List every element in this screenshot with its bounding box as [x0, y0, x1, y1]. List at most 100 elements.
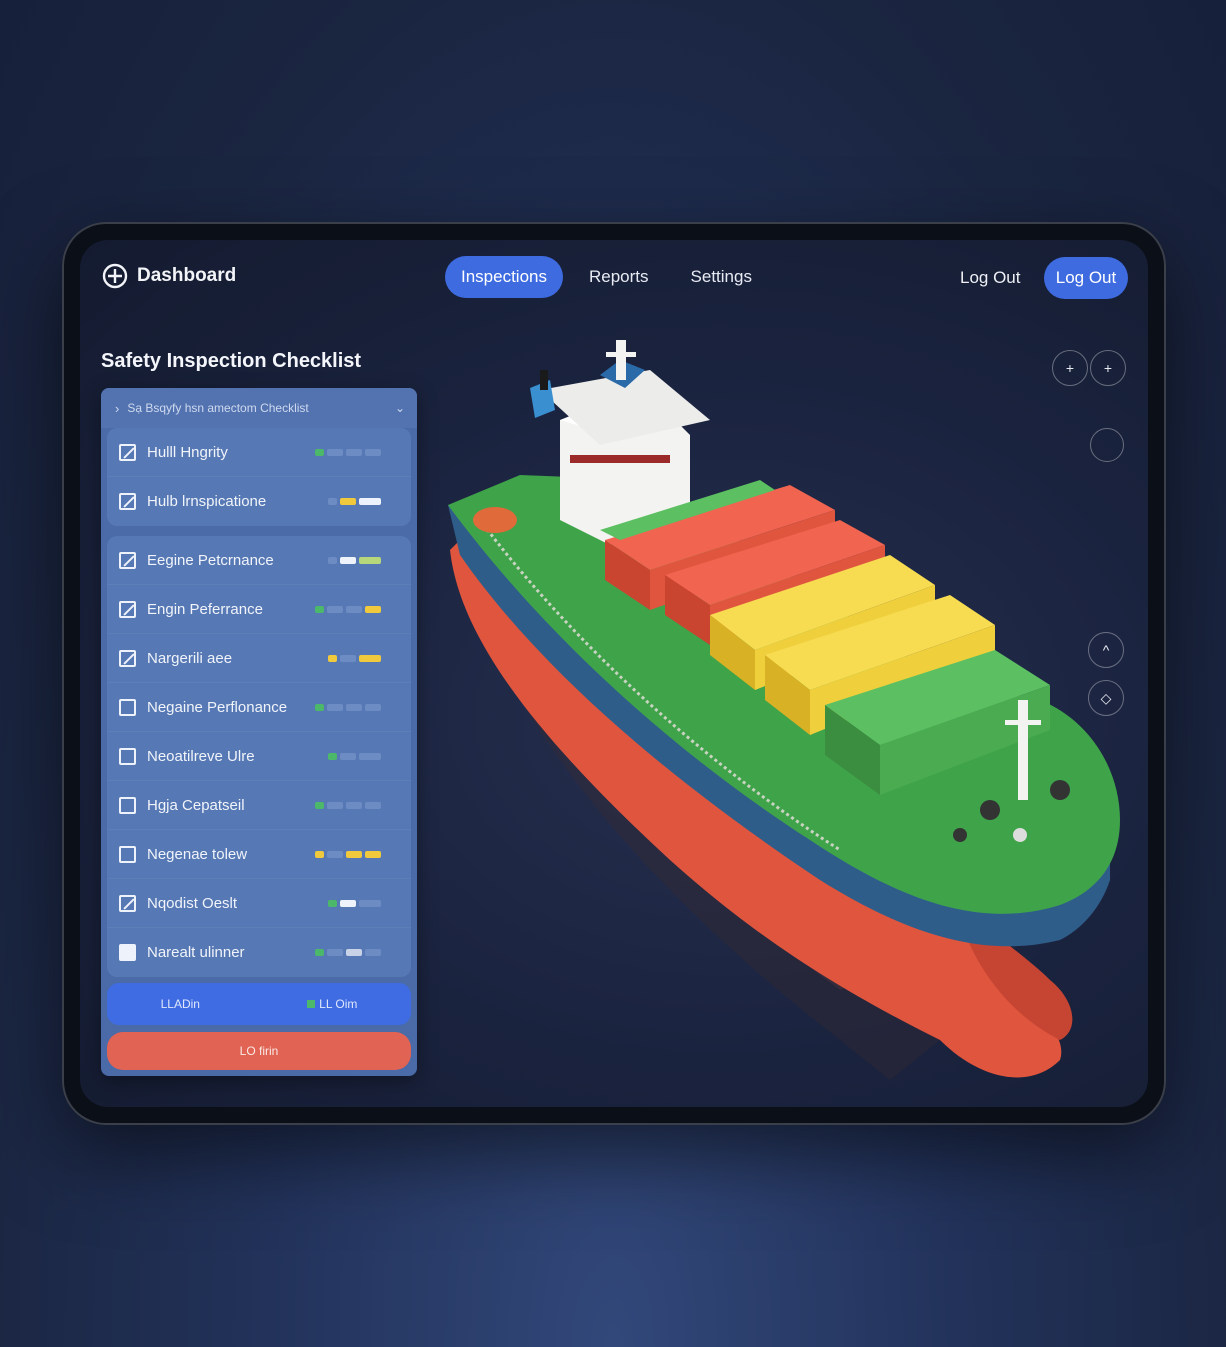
checklist-item[interactable]: Neoatilreve Ulre	[107, 732, 411, 781]
tab-reports[interactable]: Reports	[573, 256, 665, 298]
status-indicator	[315, 703, 381, 711]
status-bar-segment	[365, 850, 381, 858]
status-bar-segment	[315, 949, 324, 956]
status-bar-segment	[327, 801, 343, 809]
status-indicator	[328, 498, 381, 505]
checkbox[interactable]	[119, 551, 136, 569]
checklist-item[interactable]: Narealt ulinner	[107, 928, 411, 977]
status-bar-segment	[328, 498, 337, 505]
status-bar-segment	[359, 556, 381, 564]
logout-button[interactable]: Log Out	[1044, 257, 1128, 299]
main-nav: Inspections Reports Settings	[445, 256, 778, 298]
status-bar-segment	[359, 752, 381, 760]
logout-link[interactable]: Log Out	[960, 268, 1021, 288]
checklist-item-label: Narealt ulinner	[147, 944, 245, 961]
checklist-item[interactable]: Nargerili aee	[107, 634, 411, 683]
tab-inspections[interactable]: Inspections	[445, 256, 563, 298]
status-bar-segment	[315, 850, 324, 858]
chevron-down-icon: ⌄	[394, 401, 405, 415]
action-button-red[interactable]: LO firin	[107, 1032, 411, 1070]
status-bar-segment	[328, 752, 337, 760]
status-bar-segment	[340, 654, 356, 662]
checkbox[interactable]	[119, 747, 136, 765]
status-bar-segment	[340, 752, 356, 760]
blue-right-wrap: LL Oim	[307, 997, 357, 1011]
checklist-item-label: Eegine Petcrnance	[147, 551, 274, 569]
status-bar-segment	[365, 703, 381, 711]
status-bar-segment	[359, 899, 381, 907]
checkbox[interactable]	[119, 944, 136, 961]
status-indicator	[315, 850, 381, 858]
status-bar-segment	[328, 899, 337, 907]
tab-settings[interactable]: Settings	[675, 256, 768, 298]
compass-plus-icon	[102, 263, 128, 289]
status-bar-segment	[327, 949, 343, 956]
checklist-item[interactable]: Hgja Cepatseil	[107, 781, 411, 830]
status-bar-segment	[328, 654, 337, 662]
status-indicator	[328, 899, 381, 907]
status-square-icon	[307, 1000, 316, 1008]
checkbox[interactable]	[119, 649, 136, 667]
checklist-item[interactable]: Eegine Petcrnance	[107, 536, 411, 585]
checklist-item-label: Negenae tolew	[147, 845, 248, 863]
status-bar-segment	[346, 949, 362, 956]
checklist-item[interactable]: Negaine Perflonance	[107, 683, 411, 732]
status-indicator	[315, 605, 381, 613]
checkbox[interactable]	[119, 796, 136, 814]
checklist-item[interactable]: Nqodist Oeslt	[107, 879, 411, 928]
page-title: Safety Inspection Checklist	[101, 350, 362, 372]
checklist-header[interactable]: › Sạ Bsqyfy hsn amectom Checklist ⌄	[101, 388, 417, 428]
status-indicator	[315, 448, 381, 456]
chevron-right-icon: ›	[115, 400, 120, 416]
status-bar-segment	[315, 448, 324, 456]
status-bar-segment	[315, 801, 324, 809]
status-bar-segment	[327, 605, 343, 613]
checklist-item[interactable]: Engin Peferrance	[107, 585, 411, 634]
status-bar-segment	[365, 448, 381, 456]
checklist-group-engine: Eegine Petcrnance Engin Peferrance Nargeri…	[107, 536, 411, 977]
checklist-item-label: Hgja Cepatseil	[147, 796, 245, 814]
status-indicator	[328, 556, 381, 564]
status-bar-segment	[346, 850, 362, 858]
checklist-item[interactable]: Hulll Hngrity	[107, 428, 411, 477]
checklist-item[interactable]: Hulb lrnspicatione	[107, 477, 411, 526]
camera-up-button[interactable]: ^	[1088, 632, 1124, 668]
cargo-ship-model[interactable]	[420, 340, 1148, 1107]
lifeboat	[473, 507, 517, 533]
status-bar-segment	[346, 605, 362, 613]
checklist-panel: › Sạ Bsqyfy hsn amectom Checklist ⌄ Hul…	[101, 388, 417, 1076]
checklist-item-label: Engin Peferrance	[147, 600, 263, 618]
checklist-header-label: Sạ Bsqyfy hsn amectom Checklist	[127, 401, 309, 415]
status-bar-segment	[346, 703, 362, 711]
app-screen: Dashboard Inspections Reports Settings L…	[80, 240, 1148, 1107]
checklist-item-label: Negaine Perflonance	[147, 698, 288, 716]
status-bar-segment	[340, 498, 356, 505]
checklist-group-hull: Hulll Hngrity Hulb lrnspicatione	[107, 428, 411, 526]
checkbox[interactable]	[119, 894, 136, 912]
status-bar-segment	[327, 703, 343, 711]
status-bar-segment	[359, 498, 381, 505]
checklist-item-label: Nqodist Oeslt	[147, 894, 238, 912]
camera-rotate-button[interactable]: ◇	[1088, 680, 1124, 716]
checkbox[interactable]	[119, 443, 136, 461]
checklist-item[interactable]: Negenae tolew	[107, 830, 411, 879]
checkbox[interactable]	[119, 698, 136, 716]
brand[interactable]: Dashboard	[102, 263, 236, 289]
status-bar-segment	[365, 949, 381, 956]
zoom-in-button[interactable]: +	[1052, 350, 1088, 386]
view-toggle-button[interactable]	[1090, 428, 1124, 462]
status-bar-segment	[327, 850, 343, 858]
checkbox[interactable]	[119, 600, 136, 618]
checkbox[interactable]	[119, 845, 136, 863]
zoom-in-secondary-button[interactable]: +	[1090, 350, 1126, 386]
checkbox[interactable]	[119, 493, 136, 510]
action-button-blue[interactable]: LLADin LL Oim	[107, 983, 411, 1025]
status-bar-segment	[315, 703, 324, 711]
blue-right-label: LL Oim	[319, 997, 358, 1011]
status-bar-segment	[315, 605, 324, 613]
status-bar-segment	[346, 448, 362, 456]
status-bar-segment	[359, 654, 381, 662]
status-bar-segment	[327, 448, 343, 456]
checklist-item-label: Nargerili aee	[147, 649, 233, 667]
checklist-item-label: Hulb lrnspicatione	[147, 493, 267, 510]
